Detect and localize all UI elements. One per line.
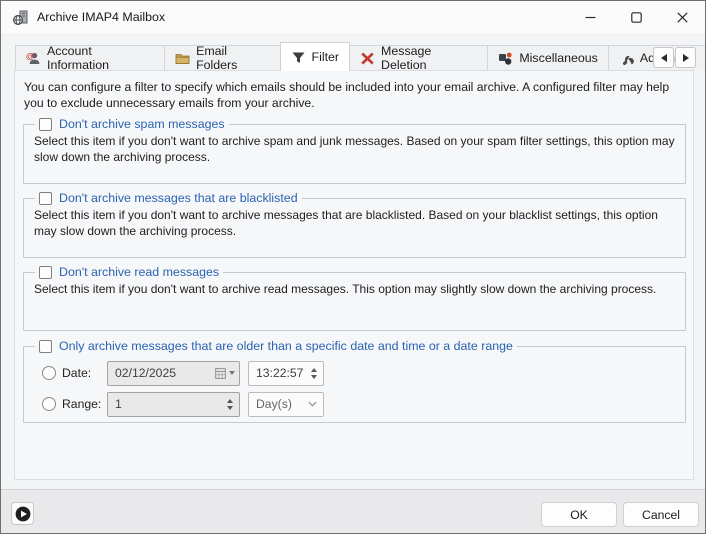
scroll-right-icon <box>683 54 689 62</box>
group-archive-older-than: Only archive messages that are older tha… <box>23 339 686 423</box>
checkbox-label[interactable]: Only archive messages that are older tha… <box>59 339 513 353</box>
title-bar: Archive IMAP4 Mailbox <box>1 1 705 33</box>
tab-scroll-left-button[interactable] <box>653 47 674 68</box>
tab-scroller <box>653 47 696 68</box>
dont-archive-blacklisted-checkbox[interactable] <box>39 192 52 205</box>
spinner-down-icon <box>227 406 233 410</box>
filter-tab-page: You can configure a filter to specify wh… <box>14 70 694 480</box>
cancel-button[interactable]: Cancel <box>623 502 699 527</box>
checkbox-label[interactable]: Don't archive read messages <box>59 265 219 279</box>
group-dont-archive-spam: Don't archive spam messages Select this … <box>23 117 686 184</box>
filter-icon <box>291 50 306 65</box>
group-dont-archive-read: Don't archive read messages Select this … <box>23 265 686 331</box>
group-description: Select this item if you don't want to ar… <box>34 134 675 165</box>
filter-intro-text: You can configure a filter to specify wh… <box>24 79 682 111</box>
tab-label: Account Information <box>47 44 154 72</box>
play-button[interactable] <box>11 502 34 525</box>
group-legend: Only archive messages that are older tha… <box>35 339 517 353</box>
advanced-icon <box>619 51 634 66</box>
maximize-button[interactable] <box>613 1 659 33</box>
ok-button[interactable]: OK <box>541 502 617 527</box>
caption-buttons <box>567 1 705 33</box>
window-title: Archive IMAP4 Mailbox <box>37 10 165 24</box>
minimize-icon <box>585 12 596 23</box>
tab-label: Miscellaneous <box>519 51 598 65</box>
date-value: 02/12/2025 <box>108 366 176 380</box>
dropdown-caret-icon <box>229 371 235 375</box>
footer-bar: OK Cancel <box>1 489 705 534</box>
checkbox-label[interactable]: Don't archive messages that are blacklis… <box>59 191 298 205</box>
folder-icon <box>175 51 190 66</box>
tab-filter[interactable]: Filter <box>280 42 351 71</box>
tab-label: Message Deletion <box>381 44 477 72</box>
group-legend: Don't archive spam messages <box>35 117 229 131</box>
tab-account-information[interactable]: @ Account Information <box>15 45 165 70</box>
range-value: 1 <box>108 397 122 411</box>
group-dont-archive-blacklisted: Don't archive messages that are blacklis… <box>23 191 686 258</box>
date-radio[interactable] <box>42 366 56 380</box>
tab-strip: @ Account Information Email Folders Filt… <box>15 45 705 70</box>
spinner-down-icon <box>311 375 317 379</box>
range-radio[interactable] <box>42 397 56 411</box>
chevron-down-icon <box>308 401 317 407</box>
range-unit-dropdown[interactable]: Day(s) <box>248 392 324 417</box>
tab-email-folders[interactable]: Email Folders <box>164 45 280 70</box>
range-spinner[interactable] <box>224 393 236 416</box>
tab-scroll-right-button[interactable] <box>675 47 696 68</box>
group-description: Select this item if you don't want to ar… <box>34 208 675 239</box>
close-icon <box>677 12 688 23</box>
misc-icon <box>498 51 513 66</box>
maximize-icon <box>631 12 642 23</box>
date-row: Date: 02/12/2025 <box>42 360 675 386</box>
group-legend: Don't archive messages that are blacklis… <box>35 191 302 205</box>
tab-label: Email Folders <box>196 44 269 72</box>
date-picker-input[interactable]: 02/12/2025 <box>107 361 240 386</box>
delete-icon <box>360 51 375 66</box>
date-radio-label[interactable]: Date: <box>62 366 107 380</box>
calendar-icon <box>215 368 226 379</box>
scroll-left-icon <box>661 54 667 62</box>
time-input[interactable]: 13:22:57 <box>248 361 324 386</box>
tab-message-deletion[interactable]: Message Deletion <box>349 45 488 70</box>
range-row: Range: 1 Day(s) <box>42 391 675 417</box>
archive-imap4-mailbox-dialog: Archive IMAP4 Mailbox @ Account Informat… <box>0 0 706 534</box>
app-icon <box>12 9 29 26</box>
account-icon: @ <box>26 51 41 66</box>
range-unit-value: Day(s) <box>249 397 292 411</box>
close-button[interactable] <box>659 1 705 33</box>
group-legend: Don't archive read messages <box>35 265 223 279</box>
play-icon <box>15 506 31 522</box>
dont-archive-read-checkbox[interactable] <box>39 266 52 279</box>
spinner-up-icon <box>227 399 233 403</box>
range-number-input[interactable]: 1 <box>107 392 240 417</box>
tab-miscellaneous[interactable]: Miscellaneous <box>487 45 609 70</box>
checkbox-label[interactable]: Don't archive spam messages <box>59 117 225 131</box>
svg-text:@: @ <box>26 51 34 61</box>
dont-archive-spam-checkbox[interactable] <box>39 118 52 131</box>
group-description: Select this item if you don't want to ar… <box>34 282 675 298</box>
dropdown-chevron <box>306 393 318 416</box>
time-value: 13:22:57 <box>249 366 303 380</box>
tab-label: Filter <box>312 50 340 64</box>
minimize-button[interactable] <box>567 1 613 33</box>
time-spinner[interactable] <box>308 362 320 385</box>
archive-older-than-checkbox[interactable] <box>39 340 52 353</box>
range-radio-label[interactable]: Range: <box>62 397 107 411</box>
spinner-up-icon <box>311 368 317 372</box>
